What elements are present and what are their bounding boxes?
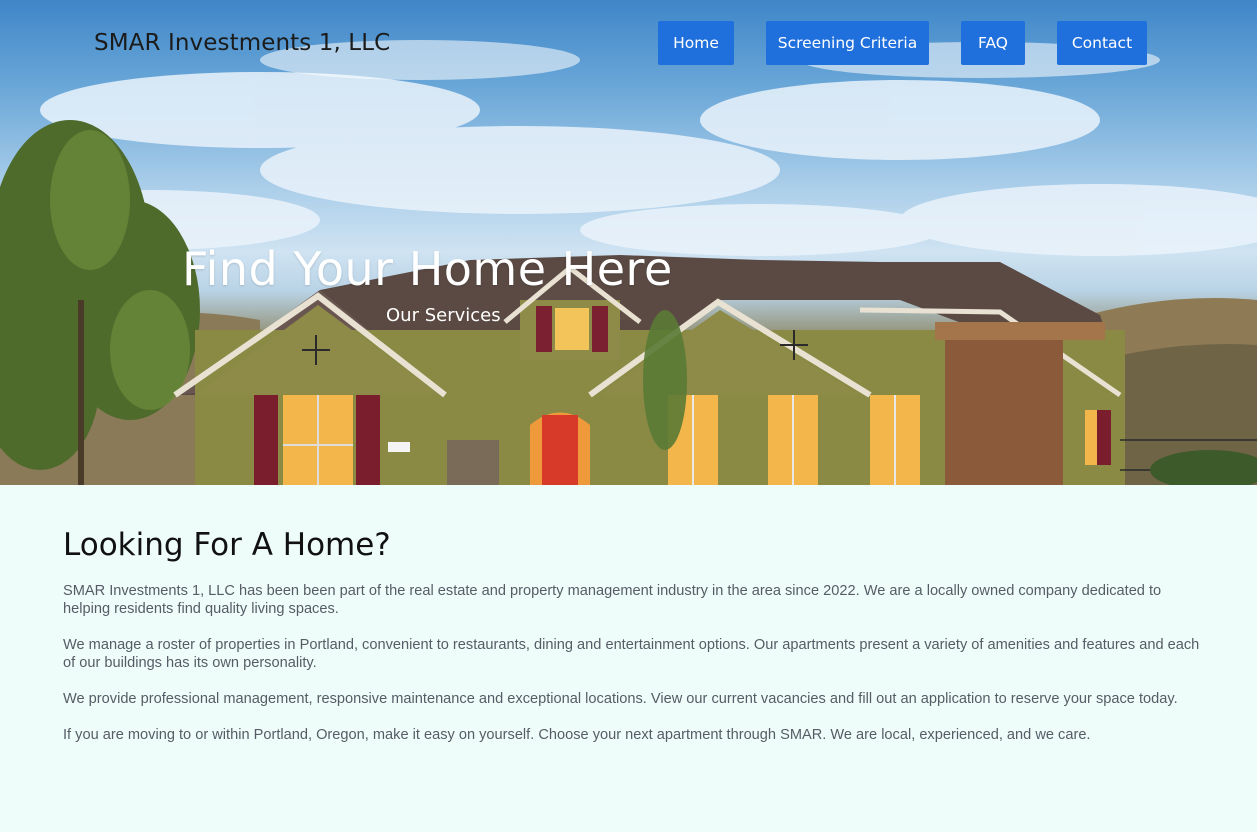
nav-contact-button[interactable]: Contact	[1057, 21, 1147, 65]
main-content: Looking For A Home? SMAR Investments 1, …	[63, 485, 1203, 744]
section-heading: Looking For A Home?	[63, 527, 391, 563]
hero-banner: SMAR Investments 1, LLC Home Screening C…	[0, 0, 1257, 485]
nav-screening-criteria-button[interactable]: Screening Criteria	[766, 21, 929, 65]
services-paragraph: We provide professional management, resp…	[63, 691, 1178, 707]
hero-subtitle: Our Services	[386, 305, 501, 326]
properties-paragraph: We manage a roster of properties in Port…	[63, 637, 1200, 671]
intro-paragraph: SMAR Investments 1, LLC has been been pa…	[63, 583, 1162, 617]
nav-home-button[interactable]: Home	[658, 21, 734, 65]
hero-title: Find Your Home Here	[182, 242, 673, 296]
main-nav: Home Screening Criteria FAQ Contact	[0, 21, 1257, 65]
closing-paragraph: If you are moving to or within Portland,…	[63, 727, 1091, 743]
nav-faq-button[interactable]: FAQ	[961, 21, 1025, 65]
